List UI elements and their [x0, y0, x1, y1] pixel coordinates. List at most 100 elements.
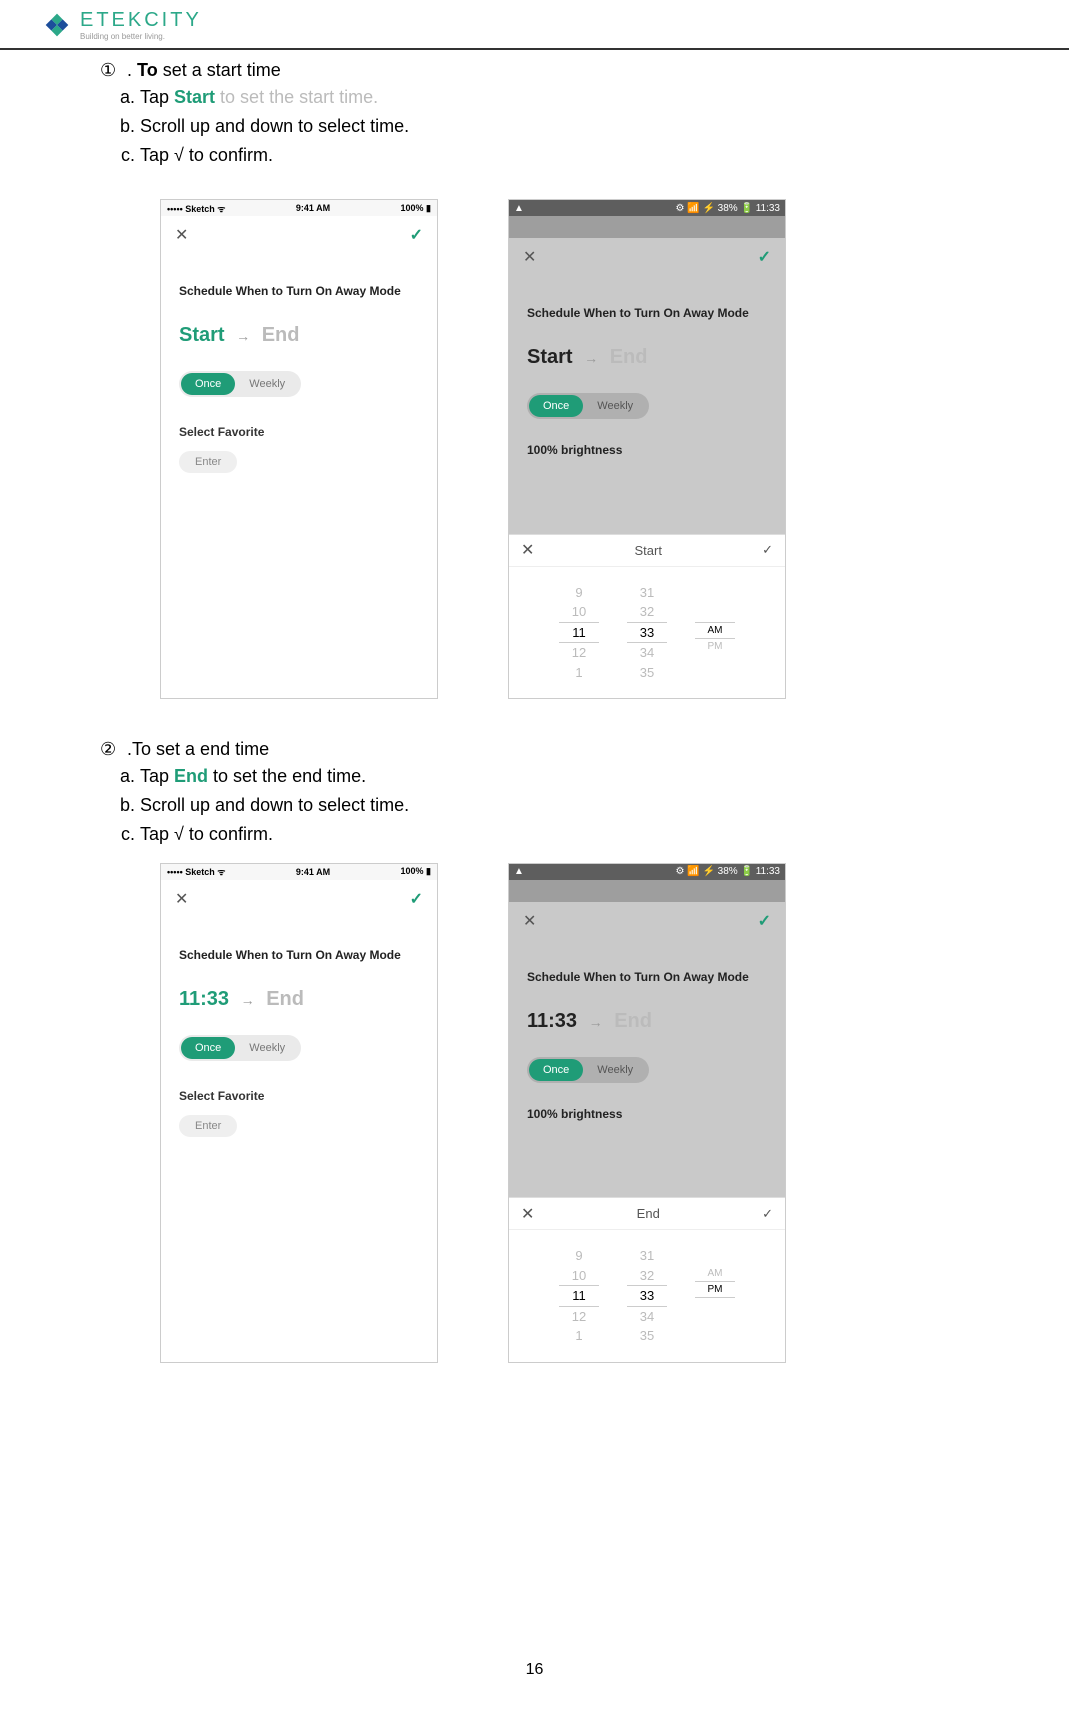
page-header: ETEKCITY Building on better living.: [0, 0, 1069, 50]
start-time-value[interactable]: 11:33: [527, 1010, 577, 1032]
time-wheel[interactable]: 9 10 11 12 1 31 32 33 34 35: [509, 567, 785, 699]
start-end-row: 11:33 → End: [527, 1010, 767, 1033]
close-icon[interactable]: ✕: [175, 889, 188, 909]
ios-status-bar: ••••• Sketch ᯤ 9:41 AM 100% ▮: [161, 864, 437, 880]
ios-screen-end: ••••• Sketch ᯤ 9:41 AM 100% ▮ ✕ ✓ Schedu…: [160, 863, 438, 1363]
minute-wheel[interactable]: 31 32 33 34 35: [627, 1246, 667, 1346]
circled-1: ①: [100, 60, 122, 81]
weekly-pill[interactable]: Weekly: [583, 395, 647, 417]
freq-toggle[interactable]: Once Weekly: [527, 1057, 649, 1083]
ampm-wheel[interactable]: AM PM: [695, 583, 735, 683]
arrow-icon: →: [241, 992, 255, 1008]
circled-2: ②: [100, 739, 122, 760]
time-picker-panel: ✕ End ✓ 9 10 11 12 1 31 32 33: [509, 1197, 785, 1362]
wifi-icon: ᯤ: [217, 204, 225, 214]
brand-name: ETEKCITY: [80, 10, 202, 30]
step-2c: Tap √ to confirm.: [140, 820, 1009, 849]
picker-confirm-icon[interactable]: ✓: [762, 1206, 773, 1222]
step-1a: Tap Start to set the start time.: [140, 83, 1009, 112]
select-favorite-label: Select Favorite: [179, 425, 419, 439]
end-label[interactable]: End: [614, 1010, 652, 1032]
schedule-title: Schedule When to Turn On Away Mode: [527, 970, 767, 984]
weekly-pill[interactable]: Weekly: [235, 373, 299, 395]
nav-bar: ✕ ✓: [509, 902, 785, 940]
nav-bar: ✕ ✓: [509, 238, 785, 276]
android-status-bar: ▲ ⚙ 📶 ⚡ 38% 🔋 11:33: [509, 864, 785, 880]
page-number: 16: [0, 1661, 1069, 1679]
start-end-row: 11:33 → End: [179, 988, 419, 1011]
android-screen-start: ▲ ⚙ 📶 ⚡ 38% 🔋 11:33 ✕ ✓ Schedule When to…: [508, 199, 786, 699]
start-end-row: Start → End: [527, 346, 767, 369]
enter-button[interactable]: Enter: [179, 1115, 237, 1137]
notif-icon: ▲: [514, 203, 524, 214]
time-picker-panel: ✕ Start ✓ 9 10 11 12 1 31 32 33: [509, 534, 785, 699]
start-label[interactable]: Start: [527, 346, 573, 368]
picker-title: Start: [635, 543, 662, 558]
freq-toggle[interactable]: Once Weekly: [179, 1035, 301, 1061]
close-icon[interactable]: ✕: [523, 247, 536, 267]
brightness-label: 100% brightness: [527, 443, 767, 457]
screens-row-1: ••••• Sketch ᯤ 9:41 AM 100% ▮ ✕ ✓ Schedu…: [60, 169, 1009, 709]
select-favorite-label: Select Favorite: [179, 1089, 419, 1103]
confirm-icon[interactable]: ✓: [410, 889, 423, 909]
battery-pct: 100% ▮: [401, 203, 431, 214]
start-label[interactable]: Start: [179, 324, 225, 346]
ampm-wheel[interactable]: AM PM: [695, 1246, 735, 1346]
step-2b: Scroll up and down to select time.: [140, 791, 1009, 820]
enter-button[interactable]: Enter: [179, 451, 237, 473]
start-time-value[interactable]: 11:33: [179, 988, 229, 1010]
once-pill[interactable]: Once: [181, 373, 235, 395]
time-wheel[interactable]: 9 10 11 12 1 31 32 33 34 35: [509, 1230, 785, 1362]
start-keyword: Start: [174, 87, 215, 107]
freq-toggle[interactable]: Once Weekly: [527, 393, 649, 419]
nav-bar: ✕ ✓: [161, 880, 437, 918]
hour-wheel[interactable]: 9 10 11 12 1: [559, 583, 599, 683]
end-keyword: End: [174, 766, 208, 786]
section-2: ② .To set a end time: [100, 739, 1009, 760]
section-2-steps: Tap End to set the end time. Scroll up a…: [60, 762, 1009, 848]
schedule-title: Schedule When to Turn On Away Mode: [179, 948, 419, 962]
android-screen-end: ▲ ⚙ 📶 ⚡ 38% 🔋 11:33 ✕ ✓ Schedule When to…: [508, 863, 786, 1363]
arrow-icon: →: [236, 328, 250, 344]
start-end-row: Start → End: [179, 324, 419, 347]
picker-close-icon[interactable]: ✕: [521, 540, 534, 560]
status-time: 9:41 AM: [296, 203, 330, 213]
end-label[interactable]: End: [610, 346, 648, 368]
android-status-bar: ▲ ⚙ 📶 ⚡ 38% 🔋 11:33: [509, 200, 785, 216]
weekly-pill[interactable]: Weekly: [583, 1059, 647, 1081]
once-pill[interactable]: Once: [529, 395, 583, 417]
confirm-icon[interactable]: ✓: [758, 911, 771, 931]
confirm-icon[interactable]: ✓: [410, 225, 423, 245]
section-1: ① . To set a start time: [100, 60, 1009, 81]
once-pill[interactable]: Once: [181, 1037, 235, 1059]
ios-status-bar: ••••• Sketch ᯤ 9:41 AM 100% ▮: [161, 200, 437, 216]
freq-toggle[interactable]: Once Weekly: [179, 371, 301, 397]
notif-icon: ▲: [514, 866, 524, 877]
ios-screen-start: ••••• Sketch ᯤ 9:41 AM 100% ▮ ✕ ✓ Schedu…: [160, 199, 438, 699]
schedule-title: Schedule When to Turn On Away Mode: [527, 306, 767, 320]
picker-close-icon[interactable]: ✕: [521, 1204, 534, 1224]
hour-wheel[interactable]: 9 10 11 12 1: [559, 1246, 599, 1346]
arrow-icon: →: [584, 350, 598, 366]
step-1c: Tap √ to confirm.: [140, 141, 1009, 170]
section-1-steps: Tap Start to set the start time. Scroll …: [60, 83, 1009, 169]
close-icon[interactable]: ✕: [175, 225, 188, 245]
brightness-label: 100% brightness: [527, 1107, 767, 1121]
once-pill[interactable]: Once: [529, 1059, 583, 1081]
section-1-title: . To set a start time: [127, 60, 281, 80]
end-label[interactable]: End: [266, 988, 304, 1010]
confirm-icon[interactable]: ✓: [758, 247, 771, 267]
section-2-title: .To set a end time: [127, 739, 269, 759]
battery-pct: 100% ▮: [401, 866, 431, 877]
end-label[interactable]: End: [262, 324, 300, 346]
weekly-pill[interactable]: Weekly: [235, 1037, 299, 1059]
picker-confirm-icon[interactable]: ✓: [762, 542, 773, 558]
nav-bar: ✕ ✓: [161, 216, 437, 254]
logo-icon: [40, 8, 74, 42]
brand-text: ETEKCITY Building on better living.: [80, 10, 202, 41]
picker-title: End: [637, 1206, 660, 1221]
step-2a: Tap End to set the end time.: [140, 762, 1009, 791]
status-right: ⚙ 📶 ⚡ 38% 🔋 11:33: [675, 203, 780, 214]
minute-wheel[interactable]: 31 32 33 34 35: [627, 583, 667, 683]
close-icon[interactable]: ✕: [523, 911, 536, 931]
